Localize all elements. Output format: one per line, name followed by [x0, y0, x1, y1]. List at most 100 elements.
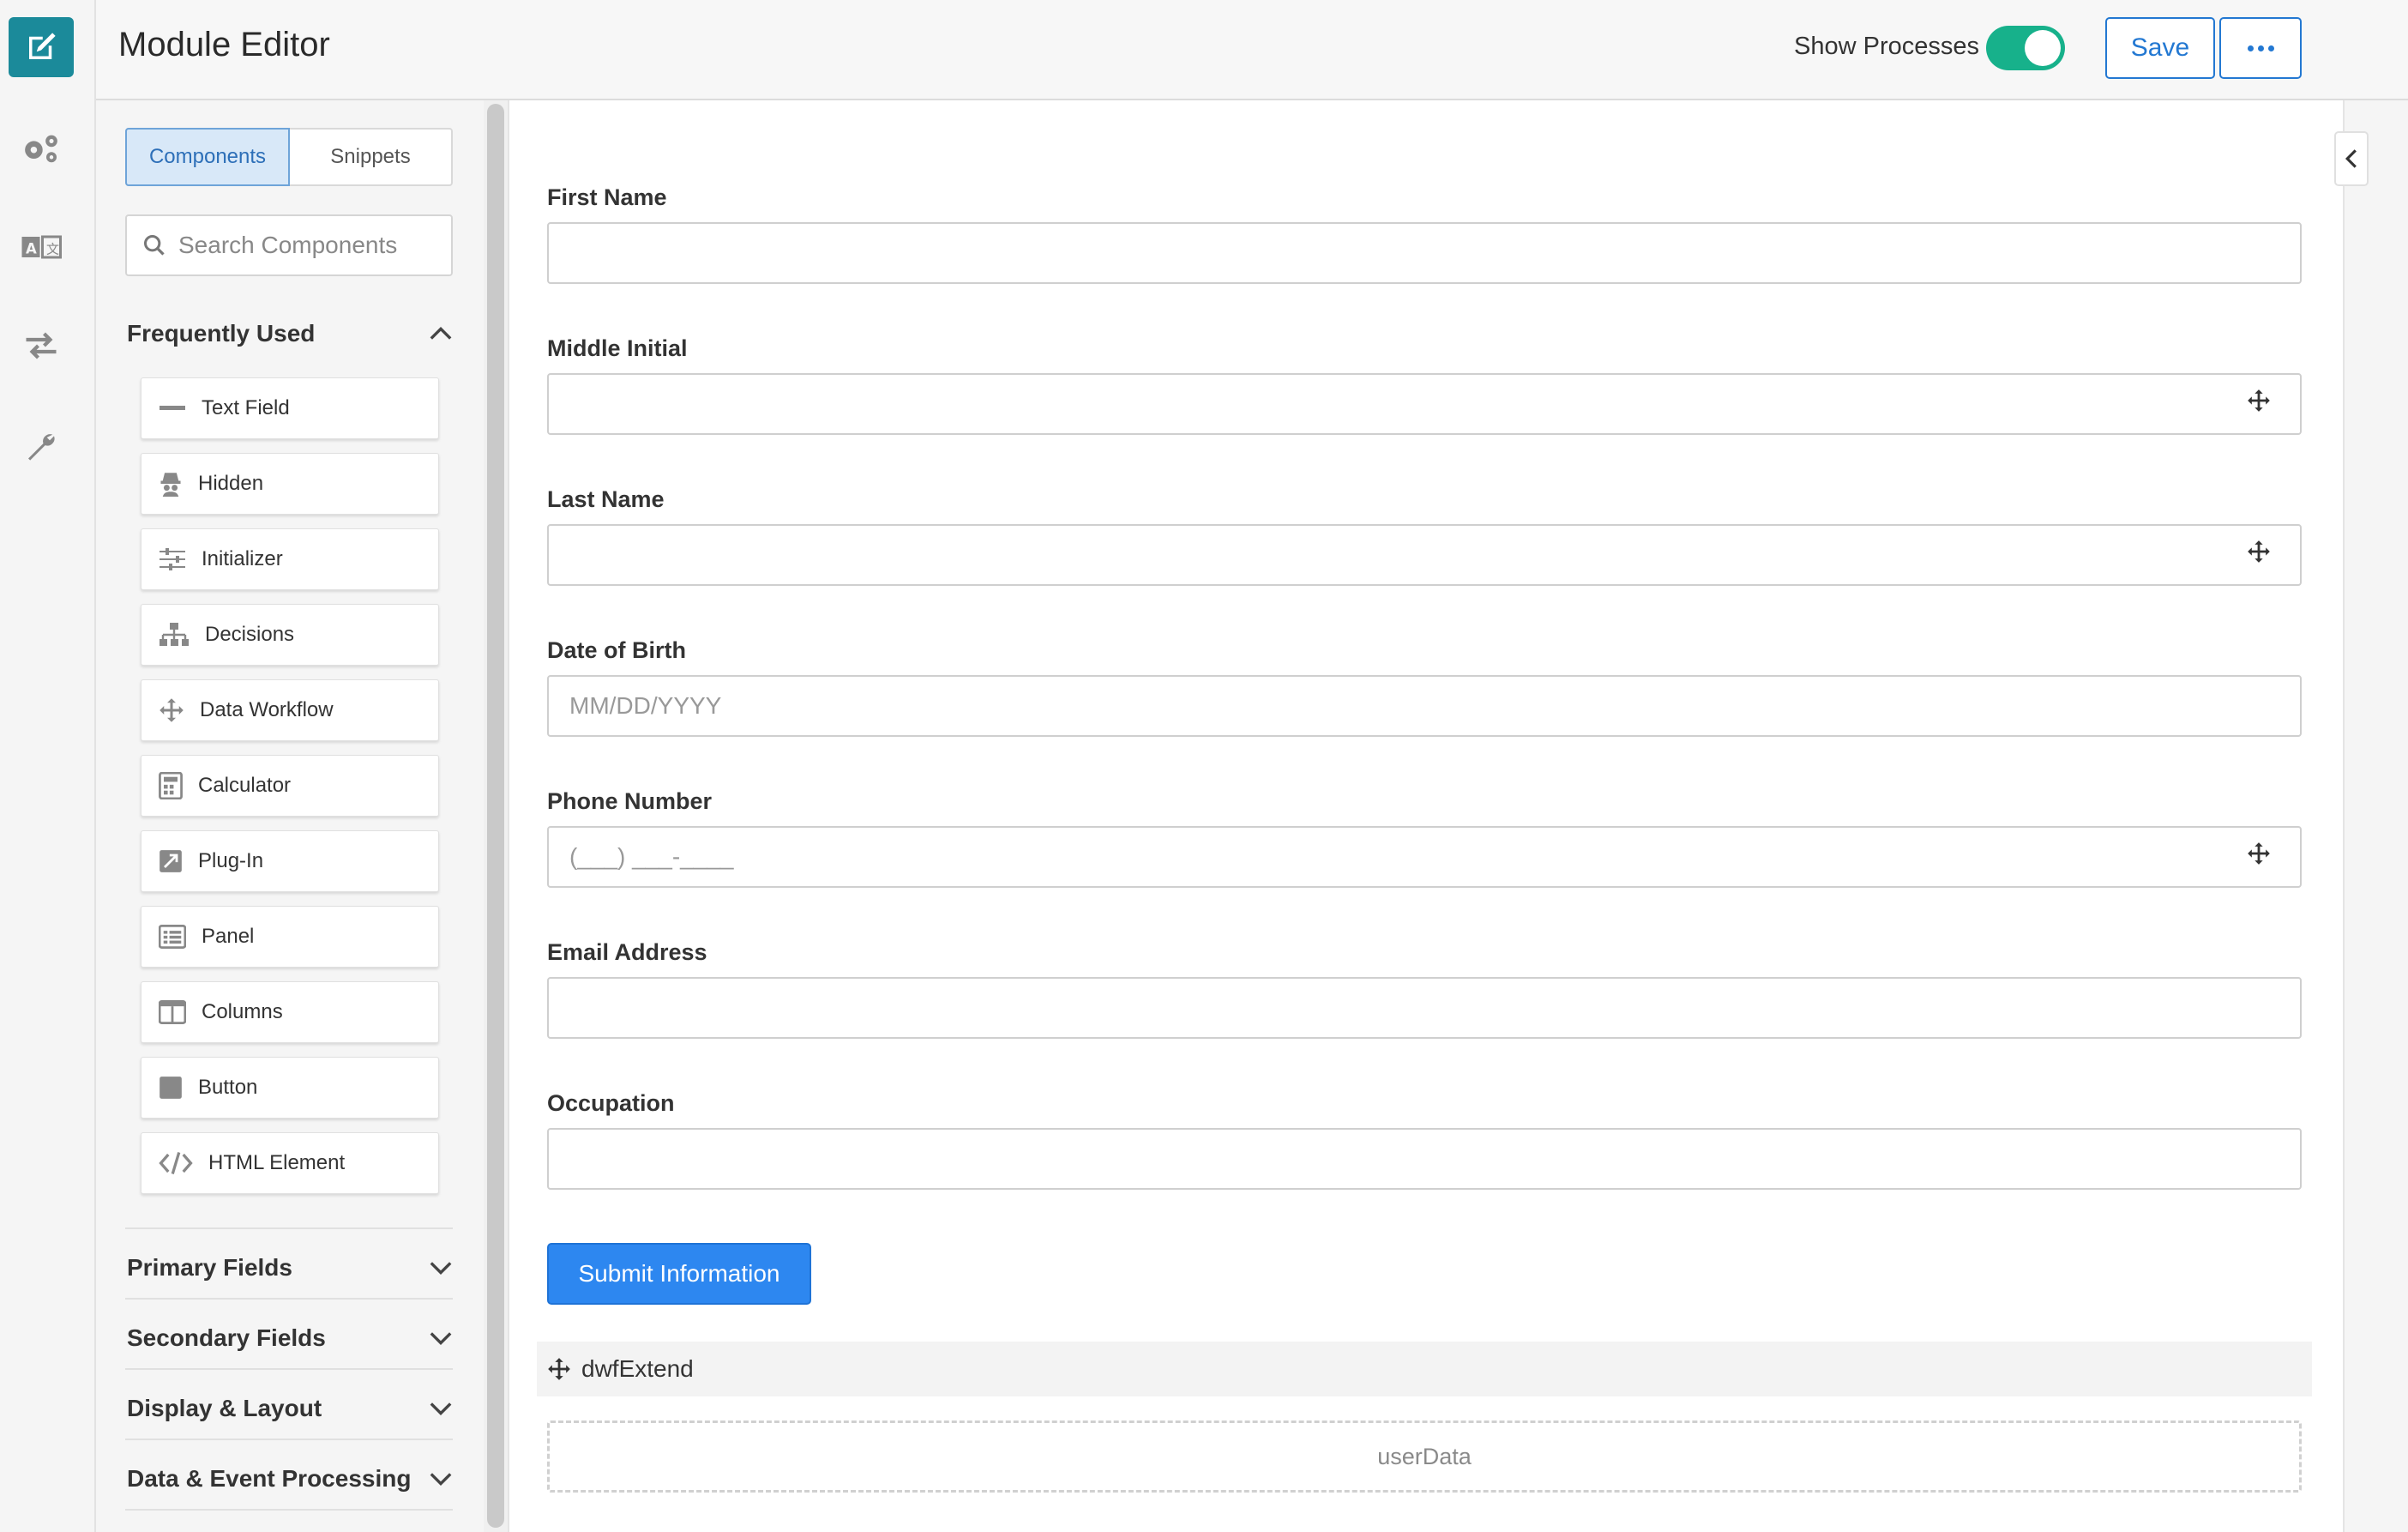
gears-icon[interactable] [9, 118, 74, 178]
dropzone-label: userData [1377, 1443, 1472, 1469]
component-label: Panel [202, 925, 255, 948]
search-box [125, 214, 453, 276]
component-panel[interactable]: Panel [141, 906, 439, 968]
ellipsis-dot [2257, 45, 2264, 51]
dwf-extend-bar[interactable]: dwfExtend [537, 1342, 2312, 1396]
component-hidden[interactable]: Hidden [141, 453, 439, 515]
translate-icon[interactable]: A文 [9, 217, 74, 277]
user-data-dropzone[interactable]: userData [547, 1420, 2302, 1493]
component-label: Columns [202, 1000, 283, 1023]
component-columns[interactable]: Columns [141, 981, 439, 1043]
component-label: Hidden [198, 472, 264, 495]
group-title: Frequently Used [127, 320, 316, 347]
middle-initial-input[interactable] [549, 375, 2300, 433]
component-label: Plug-In [198, 849, 264, 872]
component-calculator[interactable]: Calculator [141, 755, 439, 817]
component-html-element[interactable]: HTML Element [141, 1132, 439, 1194]
component-data-workflow[interactable]: Data Workflow [141, 679, 439, 741]
columns-icon [159, 1000, 186, 1024]
panel-list-icon [159, 925, 186, 949]
divider [125, 1368, 453, 1370]
first-name-field[interactable] [547, 222, 2302, 284]
phone-number-field[interactable] [547, 826, 2302, 888]
chevron-down-icon [430, 1332, 452, 1345]
move-arrows-icon[interactable] [2247, 841, 2271, 866]
ellipsis-dot [2267, 45, 2274, 51]
group-title: Data & Event Processing [127, 1465, 412, 1492]
component-label: Button [198, 1076, 258, 1099]
edit-icon[interactable] [9, 17, 74, 77]
group-frequently-used[interactable]: Frequently Used [127, 320, 453, 347]
group-secondary-fields[interactable]: Secondary Fields [127, 1324, 453, 1352]
submit-information-button[interactable]: Submit Information [547, 1243, 811, 1305]
group-title: Display & Layout [127, 1395, 322, 1421]
chevron-left-icon [2345, 149, 2357, 168]
field-label-date-of-birth: Date of Birth [547, 637, 686, 663]
field-label-email-address: Email Address [547, 939, 707, 965]
hidden-spy-icon [160, 473, 181, 497]
save-button[interactable]: Save [2105, 17, 2215, 79]
tab-components[interactable]: Components [125, 128, 290, 186]
transfer-arrows-icon[interactable] [9, 316, 74, 376]
form-canvas [508, 100, 2343, 1532]
move-arrows-icon[interactable] [2247, 540, 2271, 564]
component-label: Initializer [202, 547, 283, 570]
sidebar-scrollbar[interactable] [484, 100, 508, 1532]
toggle-knob [2025, 30, 2061, 66]
component-label: Data Workflow [200, 698, 334, 721]
tab-snippets[interactable]: Snippets [290, 130, 451, 184]
sliders-icon [160, 548, 185, 570]
first-name-input[interactable] [549, 224, 2300, 282]
divider [125, 1439, 453, 1440]
search-input[interactable] [178, 232, 436, 259]
component-plug-in[interactable]: Plug-In [141, 830, 439, 892]
occupation-input[interactable] [549, 1130, 2300, 1188]
chevron-up-icon [430, 327, 452, 340]
group-primary-fields[interactable]: Primary Fields [127, 1254, 453, 1282]
occupation-field[interactable] [547, 1128, 2302, 1190]
component-label: Decisions [205, 623, 295, 646]
plugin-image-icon [160, 850, 182, 872]
move-arrows-icon[interactable] [2247, 389, 2271, 413]
scroll-thumb[interactable] [487, 104, 504, 1528]
page-title: Module Editor [118, 26, 330, 63]
component-label: Text Field [202, 396, 290, 419]
date-of-birth-field[interactable] [547, 675, 2302, 737]
component-button[interactable]: Button [141, 1057, 439, 1119]
show-processes-toggle[interactable] [1986, 26, 2065, 70]
text-field-icon [160, 406, 185, 410]
divider [125, 1298, 453, 1300]
date-of-birth-input[interactable] [549, 677, 2300, 735]
last-name-field[interactable] [547, 524, 2302, 586]
more-options-button[interactable] [2219, 17, 2302, 79]
code-icon [159, 1152, 193, 1174]
middle-initial-field[interactable] [547, 373, 2302, 435]
wrench-icon[interactable] [9, 416, 74, 476]
field-label-first-name: First Name [547, 184, 667, 210]
button-square-icon [160, 1077, 182, 1099]
group-title: Primary Fields [127, 1254, 292, 1281]
chevron-down-icon [430, 1402, 452, 1415]
field-label-middle-initial: Middle Initial [547, 335, 688, 361]
group-title: Secondary Fields [127, 1324, 326, 1351]
component-label: Calculator [198, 774, 292, 797]
phone-number-input[interactable] [549, 828, 2300, 886]
divider [125, 1227, 453, 1229]
ellipsis-icon [2247, 45, 2254, 51]
email-address-field[interactable] [547, 977, 2302, 1039]
email-address-input[interactable] [549, 979, 2300, 1037]
collapse-panel-button[interactable] [2334, 131, 2369, 186]
field-label-phone-number: Phone Number [547, 788, 713, 814]
component-initializer[interactable]: Initializer [141, 528, 439, 590]
svg-text:文: 文 [46, 242, 59, 257]
component-decisions[interactable]: Decisions [141, 604, 439, 666]
sidebar-tabs: Components Snippets [125, 128, 453, 186]
group-data-event-processing[interactable]: Data & Event Processing [127, 1465, 453, 1493]
chevron-down-icon [430, 1473, 452, 1486]
group-display-layout[interactable]: Display & Layout [127, 1395, 453, 1422]
component-text-field[interactable]: Text Field [141, 377, 439, 439]
move-arrows-icon[interactable] [547, 1357, 571, 1381]
show-processes-label: Show Processes [1794, 33, 1979, 60]
last-name-input[interactable] [549, 526, 2300, 584]
sitemap-icon [160, 623, 189, 646]
